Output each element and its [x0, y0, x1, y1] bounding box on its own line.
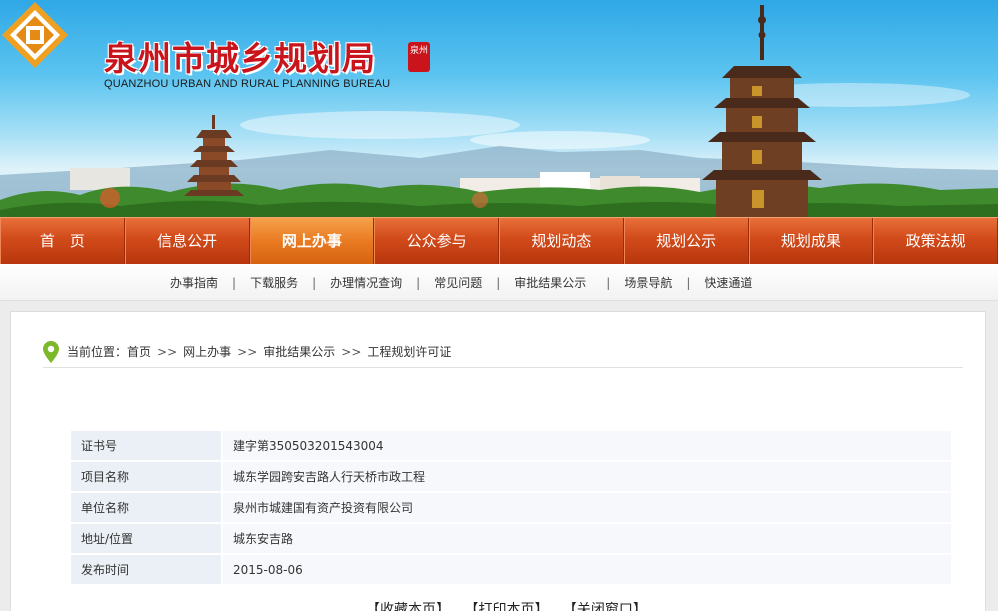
breadcrumb-separator: >>: [157, 344, 178, 359]
nav-item-policies[interactable]: 政策法规: [873, 218, 998, 265]
subnav-item-faq[interactable]: 常见问题: [434, 274, 482, 291]
field-value: 2015-08-06: [221, 555, 951, 584]
field-label: 单位名称: [71, 493, 221, 522]
field-value: 城东安吉路: [221, 524, 951, 553]
breadcrumb: 当前位置： 首页 >> 网上办事 >> 审批结果公示 >> 工程规划许可证: [43, 336, 963, 368]
subnav-separator: |: [416, 275, 421, 290]
subnav-separator: |: [686, 275, 691, 290]
subnav-item-scene-navigation[interactable]: 场景导航: [624, 274, 672, 291]
subnav-item-approval-results[interactable]: 审批结果公示: [514, 274, 586, 291]
seal-stamp: 泉州: [408, 42, 430, 72]
field-value: 城东学园跨安吉路人行天桥市政工程: [221, 462, 951, 491]
nav-item-planning-notice[interactable]: 规划公示: [623, 218, 749, 265]
nav-item-planning-news[interactable]: 规划动态: [499, 218, 624, 265]
subnav-separator: |: [606, 275, 611, 290]
field-label: 证书号: [71, 431, 221, 460]
content-panel: 当前位置： 首页 >> 网上办事 >> 审批结果公示 >> 工程规划许可证 证书…: [10, 311, 986, 611]
breadcrumb-approval-results[interactable]: 审批结果公示: [263, 343, 335, 360]
table-row: 单位名称 泉州市城建国有资产投资有限公司: [71, 493, 951, 522]
permit-info-table: 证书号 建字第350503201543004 项目名称 城东学园跨安吉路人行天桥…: [71, 429, 951, 586]
breadcrumb-separator: >>: [341, 344, 362, 359]
close-window-link[interactable]: 【关闭窗口】: [563, 602, 647, 611]
breadcrumb-current: 工程规划许可证: [367, 345, 452, 359]
breadcrumb-prefix: 当前位置：: [67, 345, 128, 359]
header-banner: 泉州市城乡规划局 泉州 QUANZHOU URBAN AND RURAL PLA…: [0, 0, 998, 217]
site-subtitle: QUANZHOU URBAN AND RURAL PLANNING BUREAU: [104, 78, 391, 90]
breadcrumb-home[interactable]: 首页: [127, 343, 151, 360]
nav-item-online-services[interactable]: 网上办事: [249, 218, 375, 265]
print-page-link[interactable]: 【打印本页】: [464, 602, 548, 611]
sub-nav: 办事指南 | 下载服务 | 办理情况查询 | 常见问题 | 审批结果公示 | 场…: [0, 264, 998, 301]
subnav-separator: |: [496, 275, 501, 290]
field-label: 发布时间: [71, 555, 221, 584]
table-row: 项目名称 城东学园跨安吉路人行天桥市政工程: [71, 462, 951, 491]
field-value: 泉州市城建国有资产投资有限公司: [221, 493, 951, 522]
subnav-separator: |: [312, 275, 317, 290]
table-row: 发布时间 2015-08-06: [71, 555, 951, 584]
table-row: 地址/位置 城东安吉路: [71, 524, 951, 553]
subnav-item-status-query[interactable]: 办理情况查询: [330, 274, 402, 291]
breadcrumb-online-services[interactable]: 网上办事: [183, 343, 231, 360]
favorite-page-link[interactable]: 【收藏本页】: [366, 602, 450, 611]
subnav-separator: |: [232, 275, 237, 290]
breadcrumb-separator: >>: [237, 344, 258, 359]
field-value: 建字第350503201543004: [221, 431, 951, 460]
table-row: 证书号 建字第350503201543004: [71, 431, 951, 460]
large-pagoda: [702, 5, 822, 217]
nav-item-public-participation[interactable]: 公众参与: [374, 218, 499, 265]
nav-item-planning-results[interactable]: 规划成果: [748, 218, 874, 265]
nav-item-home[interactable]: 首 页: [0, 218, 125, 265]
site-title: 泉州市城乡规划局: [104, 39, 376, 78]
main-nav: 首 页 信息公开 网上办事 公众参与 规划动态 规划公示 规划成果 政策法规: [0, 217, 998, 265]
nav-item-info-disclosure[interactable]: 信息公开: [124, 218, 250, 265]
subnav-item-express-channel[interactable]: 快速通道: [704, 274, 752, 291]
page-actions: 【收藏本页】 【打印本页】 【关闭窗口】: [366, 599, 657, 611]
subnav-item-downloads[interactable]: 下载服务: [250, 274, 298, 291]
logo-icon: [2, 2, 68, 68]
field-label: 地址/位置: [71, 524, 221, 553]
subnav-item-guide[interactable]: 办事指南: [170, 274, 218, 291]
field-label: 项目名称: [71, 462, 221, 491]
location-pin-icon: [43, 340, 59, 363]
